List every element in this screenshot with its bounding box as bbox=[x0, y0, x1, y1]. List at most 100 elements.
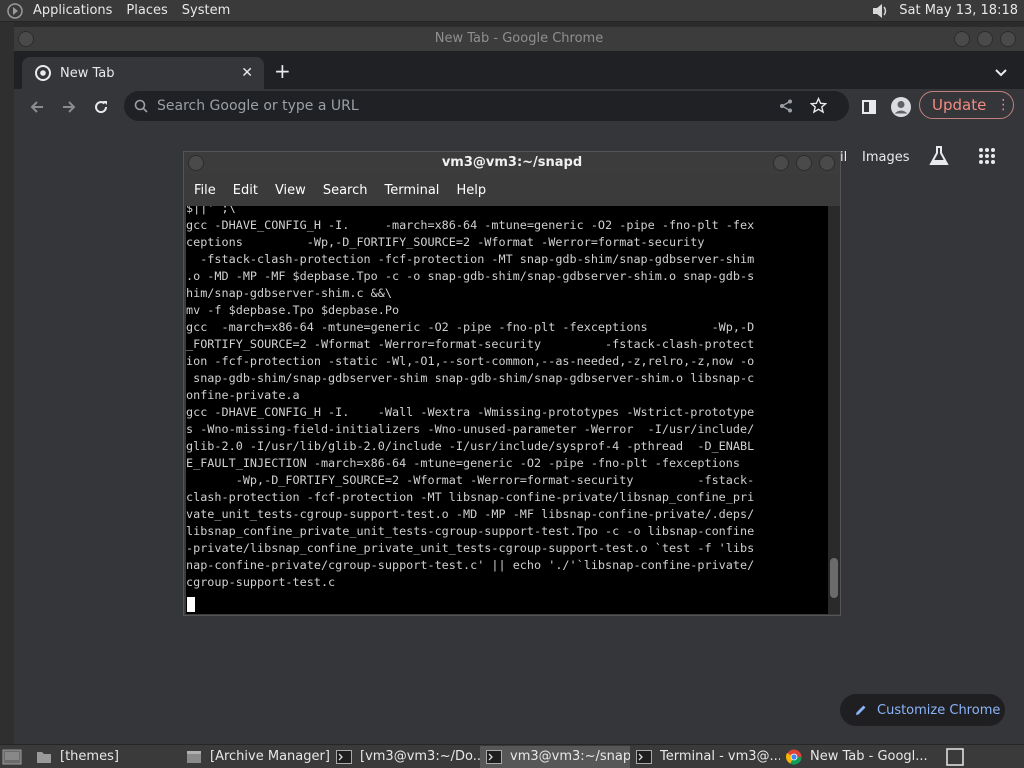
terminal-icon bbox=[486, 749, 502, 764]
reload-icon[interactable] bbox=[89, 95, 113, 119]
maximize-button[interactable] bbox=[977, 31, 993, 47]
minimize-button[interactable] bbox=[954, 31, 970, 47]
taskbar-item[interactable]: [Archive Manager] bbox=[180, 746, 330, 768]
terminal-line: gcc -march=x86-64 -mtune=generic -O2 -pi… bbox=[186, 320, 755, 334]
google-apps-grid-icon[interactable] bbox=[978, 147, 996, 169]
terminal-output[interactable]: $||'`;\ gcc -DHAVE_CONFIG_H -I. -march=x8… bbox=[186, 206, 828, 614]
terminal-line: $||'`;\ bbox=[186, 206, 236, 215]
show-desktop-icon[interactable] bbox=[2, 749, 22, 765]
task-list: [themes] [Archive Manager] [vm3@vm3:~/Do..… bbox=[30, 745, 940, 768]
side-panel-icon[interactable] bbox=[857, 95, 881, 119]
tab-title: New Tab bbox=[60, 65, 115, 81]
new-tab-button[interactable]: + bbox=[274, 61, 291, 81]
terminal-titlebar[interactable]: vm3@vm3:~/snapd bbox=[184, 152, 840, 174]
terminal-menubar: File Edit View Search Terminal Help bbox=[184, 176, 840, 204]
terminal-lines: $||'`;\ gcc -DHAVE_CONFIG_H -I. -march=x8… bbox=[186, 206, 828, 591]
chrome-window-title: New Tab - Google Chrome bbox=[434, 31, 604, 46]
volume-icon[interactable] bbox=[871, 2, 891, 20]
taskbar-item[interactable]: [themes] bbox=[30, 746, 180, 768]
menu-edit[interactable]: Edit bbox=[229, 183, 265, 198]
terminal-scrollbar[interactable] bbox=[828, 206, 840, 614]
applications-menu[interactable]: Applications bbox=[26, 0, 119, 22]
folder-icon bbox=[36, 750, 52, 764]
terminal-line: _FORTIFY_SOURCE=2 -Wformat -Werror=forma… bbox=[186, 337, 755, 351]
terminal-close-button[interactable] bbox=[819, 155, 835, 171]
terminal-line: gcc -DHAVE_CONFIG_H -I. -march=x86-64 -m… bbox=[186, 218, 755, 232]
tab-close-icon[interactable]: ✕ bbox=[241, 65, 253, 81]
terminal-icon bbox=[636, 749, 652, 764]
labs-flask-icon[interactable] bbox=[928, 145, 950, 171]
forward-arrow-icon[interactable] bbox=[57, 95, 81, 119]
search-icon bbox=[134, 99, 148, 113]
terminal-icon bbox=[336, 749, 352, 764]
bookmark-star-icon[interactable] bbox=[810, 97, 827, 114]
top-panel: Applications Places System Sat May 13, 1… bbox=[0, 0, 1024, 22]
terminal-line: .o -MD -MP -MF $depbase.Tpo -c -o snap-g… bbox=[186, 269, 755, 283]
terminal-line: -private/libsnap_confine_private_unit_te… bbox=[186, 541, 755, 555]
chrome-icon bbox=[786, 749, 802, 765]
update-label: Update bbox=[932, 96, 987, 114]
gnome-foot-icon[interactable] bbox=[4, 0, 26, 22]
terminal-line: ion -fcf-protection -static -Wl,-O1,--so… bbox=[186, 354, 755, 368]
omnibox-placeholder: Search Google or type a URL bbox=[157, 98, 359, 114]
panel-clock[interactable]: Sat May 13, 18:18 bbox=[891, 3, 1024, 18]
terminal-minimize-button[interactable] bbox=[773, 155, 789, 171]
tab-new-tab[interactable]: New Tab ✕ bbox=[22, 57, 264, 89]
taskbar-item-label: vm3@vm3:~/snapd bbox=[510, 749, 630, 764]
images-link[interactable]: Images bbox=[862, 150, 910, 165]
taskbar-item-label: [themes] bbox=[60, 749, 119, 764]
omnibox[interactable]: Search Google or type a URL bbox=[124, 91, 849, 121]
terminal-title: vm3@vm3:~/snapd bbox=[441, 155, 583, 170]
terminal-maximize-button[interactable] bbox=[796, 155, 812, 171]
taskbar-item[interactable]: Terminal - vm3@... bbox=[630, 746, 780, 768]
terminal-line: snap-gdb-shim/snap-gdbserver-shim snap-g… bbox=[186, 371, 755, 385]
places-menu[interactable]: Places bbox=[119, 0, 174, 22]
customize-label: Customize Chrome bbox=[877, 702, 1001, 718]
pencil-icon bbox=[854, 703, 868, 717]
terminal-line: vate_unit_tests-cgroup-support-test.o -M… bbox=[186, 507, 755, 521]
terminal-line: him/snap-gdbserver-shim.c &&\ bbox=[186, 286, 392, 300]
chrome-toolbar: Search Google or type a URL Update ⋮ bbox=[14, 89, 1024, 125]
menu-terminal[interactable]: Terminal bbox=[380, 183, 446, 198]
terminal-line: onfine-private.a bbox=[186, 388, 300, 402]
terminal-window: vm3@vm3:~/snapd File Edit View Search Te… bbox=[183, 151, 841, 616]
back-arrow-icon[interactable] bbox=[25, 95, 49, 119]
menu-view[interactable]: View bbox=[271, 183, 313, 198]
tab-search-chevron-icon[interactable] bbox=[994, 63, 1008, 82]
archive-icon bbox=[186, 750, 202, 764]
taskbar-item-label: Terminal - vm3@... bbox=[660, 749, 780, 764]
terminal-window-menu-button[interactable] bbox=[188, 155, 204, 171]
terminal-line: s -Wno-missing-field-initializers -Wno-u… bbox=[186, 422, 755, 436]
share-icon[interactable] bbox=[778, 98, 794, 114]
update-button[interactable]: Update ⋮ bbox=[919, 91, 1014, 119]
terminal-cursor bbox=[187, 597, 195, 612]
tab-strip: New Tab ✕ + bbox=[14, 51, 1024, 89]
terminal-line: gcc -DHAVE_CONFIG_H -I. -Wall -Wextra -W… bbox=[186, 405, 755, 419]
terminal-line: glib-2.0 -I/usr/lib/glib-2.0/include -I/… bbox=[186, 439, 755, 453]
panel-tray: Sat May 13, 18:18 bbox=[871, 2, 1024, 20]
taskbar-item-label: [Archive Manager] bbox=[210, 749, 330, 764]
taskbar-item[interactable]: New Tab - Googl... bbox=[780, 746, 940, 768]
kebab-menu-icon: ⋮ bbox=[996, 97, 1011, 113]
customize-chrome-button[interactable]: Customize Chrome bbox=[840, 694, 1005, 726]
menu-search[interactable]: Search bbox=[319, 183, 375, 198]
menu-file[interactable]: File bbox=[190, 183, 223, 198]
chrome-titlebar[interactable]: New Tab - Google Chrome bbox=[14, 27, 1024, 51]
menu-help[interactable]: Help bbox=[452, 183, 493, 198]
profile-avatar-icon[interactable] bbox=[889, 95, 913, 119]
terminal-line: ceptions -Wp,-D_FORTIFY_SOURCE=2 -Wforma… bbox=[186, 235, 705, 249]
terminal-line: -fstack-clash-protection -fcf-protection… bbox=[186, 252, 755, 266]
terminal-line: cgroup-support-test.c bbox=[186, 575, 336, 589]
taskbar-item[interactable]: [vm3@vm3:~/Do... bbox=[330, 746, 480, 768]
terminal-line: -Wp,-D_FORTIFY_SOURCE=2 -Wformat -Werror… bbox=[186, 473, 755, 487]
taskbar-item[interactable]: vm3@vm3:~/snapd bbox=[480, 745, 630, 768]
terminal-scroll-thumb[interactable] bbox=[830, 558, 838, 598]
system-menu[interactable]: System bbox=[175, 0, 237, 22]
workspace-switcher-icon[interactable] bbox=[946, 747, 964, 766]
terminal-line: mv -f $depbase.Tpo $depbase.Po bbox=[186, 303, 400, 317]
close-window-button[interactable] bbox=[1000, 31, 1016, 47]
desktop-strip bbox=[0, 22, 14, 744]
window-menu-button[interactable] bbox=[18, 31, 34, 47]
gmail-link[interactable]: il bbox=[840, 150, 847, 165]
terminal-line: clash-protection -fcf-protection -MT lib… bbox=[186, 490, 755, 504]
